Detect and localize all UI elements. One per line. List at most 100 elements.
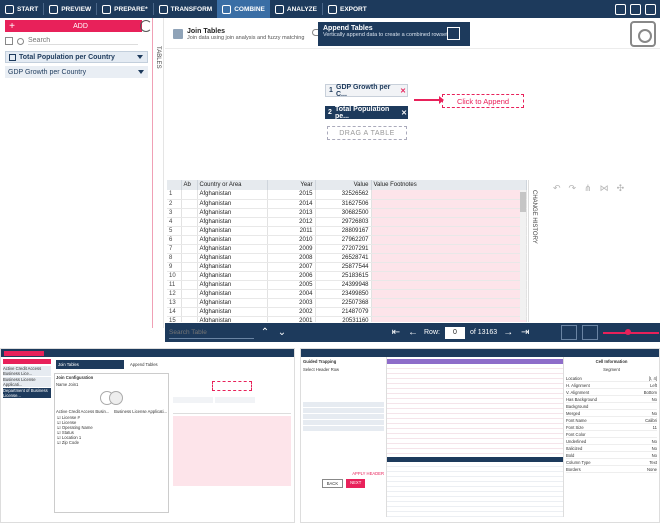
property-row: Merged No [566,410,657,417]
window-icon[interactable] [630,3,641,15]
table-item-population[interactable]: Total Population per Country [5,51,148,63]
table-item-gdp[interactable]: GDP Growth per Country [5,66,148,78]
refresh-icon[interactable] [140,20,152,32]
field-item[interactable]: ☑ Zip Code [55,440,168,445]
append-icon [447,27,460,40]
join-tables-tab[interactable]: Join Tables Join data using join analysi… [170,22,310,46]
column-footnotes[interactable]: Value Footnotes [371,180,527,190]
column-country[interactable]: Country or Area [197,180,268,190]
prev-row-icon[interactable]: ← [407,327,419,338]
nav-export[interactable]: EXPORT [323,0,372,18]
top-navigation: START PREVIEW PREPARE* TRANSFORM COMBINE… [0,0,660,18]
close-icon[interactable]: ✕ [399,87,407,95]
select-all-checkbox[interactable] [5,37,13,45]
settings-icon[interactable] [630,21,656,47]
property-row: Italicized No [566,445,657,452]
click-to-append-button[interactable]: Click to Append [442,94,524,108]
table-checkbox[interactable] [9,53,16,61]
tables-tab[interactable]: TABLES [152,18,164,328]
table-row[interactable]: 9 Afghanistan 2007 25877544 [167,262,527,272]
chevron-down-icon[interactable]: ⌄ [276,327,288,338]
back-button[interactable]: BACK [321,479,344,488]
property-row: V. Alignment Bottom [566,389,657,396]
arrow-icon [414,96,444,104]
nav-prepare[interactable]: PREPARE* [97,0,152,18]
history-toolbar: ↶ ↷ ⋔ ⋈ ✣ [541,180,660,196]
table-row[interactable]: 8 Afghanistan 2008 26528741 [167,253,527,263]
column-value[interactable]: Value [315,180,372,190]
thumb-nav-2 [301,349,659,357]
table-row[interactable]: 1 Afghanistan 2015 32526562 [167,190,527,200]
table-row[interactable]: 15 Afghanistan 2001 20531160 [167,316,527,322]
next-row-icon[interactable]: → [502,327,514,338]
export-icon [328,4,337,14]
nav-start[interactable]: START [0,0,43,18]
table-row[interactable]: 12 Afghanistan 2004 23499850 [167,289,527,299]
table-row[interactable]: 3 Afghanistan 2013 30682500 [167,208,527,218]
property-row: Font Color [566,431,657,438]
table-row[interactable]: 4 Afghanistan 2012 29726803 [167,217,527,227]
plus-icon: + [9,20,15,32]
table-row[interactable]: 10 Afghanistan 2006 25183615 [167,271,527,281]
merge-icon[interactable]: ⋈ [600,183,609,194]
table-search [5,35,148,47]
row-input[interactable]: 0 [444,326,465,339]
info-icon[interactable] [615,3,626,15]
apply-header-button[interactable]: APPLY HEADER [303,471,384,476]
property-row: Font Name Calibri [566,417,657,424]
column-type[interactable]: Ab [181,180,198,190]
table-row[interactable]: 7 Afghanistan 2009 27207291 [167,244,527,254]
table-row[interactable]: 2 Afghanistan 2014 31627506 [167,199,527,209]
fit-columns-icon[interactable] [561,325,578,340]
change-history-tab[interactable]: CHANGE HISTORY [528,180,540,322]
table-search-input[interactable] [28,37,138,45]
search-table-input[interactable] [169,326,254,339]
table-row[interactable]: 6 Afghanistan 2010 27962207 [167,235,527,245]
chevron-up-icon[interactable]: ⌃ [259,327,271,338]
drag-table-target[interactable]: DRAG A TABLE [327,126,407,140]
clear-icon[interactable]: ✣ [617,183,625,194]
screenshot-join-configuration: Active Credit Access Business Lice... Bu… [0,348,295,523]
next-button[interactable]: NEXT [346,479,366,488]
add-button[interactable]: + ADD [5,20,142,32]
table-row[interactable]: 11 Afghanistan 2005 24399948 [167,280,527,290]
first-row-icon[interactable]: ⇤ [390,327,402,338]
eye-icon [49,4,59,14]
nav-analyze[interactable]: ANALYZE [270,0,322,18]
split-icon[interactable]: ⋔ [584,183,592,194]
close-icon[interactable]: ✕ [400,109,408,117]
analyze-icon [274,4,284,14]
table-row[interactable]: 13 Afghanistan 2003 22507368 [167,298,527,308]
append-item-2[interactable]: 2 Total Population pe... ✕ [325,106,408,120]
grid-scrollbar[interactable] [520,190,526,320]
nav-preview[interactable]: PREVIEW [44,0,96,18]
combine-icon [222,4,232,14]
thumb-nav [1,349,294,357]
zoom-slider[interactable] [603,328,660,335]
property-row: Location [I, 4] [566,375,657,382]
nav-combine[interactable]: COMBINE [217,0,270,18]
null-filter-icon[interactable] [582,325,599,340]
undo-icon[interactable]: ↶ [553,183,561,194]
chevron-down-icon[interactable] [137,55,143,59]
property-row: Background [566,403,657,410]
nav-transform[interactable]: TRANSFORM [154,0,218,18]
gear-icon[interactable] [645,3,656,15]
property-row: H. Alignment Left [566,382,657,389]
table-row[interactable]: 14 Afghanistan 2002 21487079 [167,307,527,317]
bottom-bar: ⌃ ⌄ ⇤ ← Row: 0 of 13163 → ⇥ [165,323,660,342]
grid-header: Ab Country or Area Year Value Value Foot… [167,180,527,190]
column-year[interactable]: Year [267,180,316,190]
property-row: Font Size 11 [566,424,657,431]
chevron-down-icon[interactable] [138,70,144,74]
table-row[interactable]: 5 Afghanistan 2011 28809167 [167,226,527,236]
append-item-1[interactable]: 1 GDP Growth per C... ✕ [325,84,408,98]
property-row: Has Background No [566,396,657,403]
search-icon [17,37,24,45]
transform-icon [158,4,168,14]
append-canvas [165,48,660,178]
last-row-icon[interactable]: ⇥ [519,327,531,338]
property-row: Borders None [566,466,657,473]
redo-icon[interactable]: ↷ [569,183,577,194]
join-icon [173,29,183,39]
